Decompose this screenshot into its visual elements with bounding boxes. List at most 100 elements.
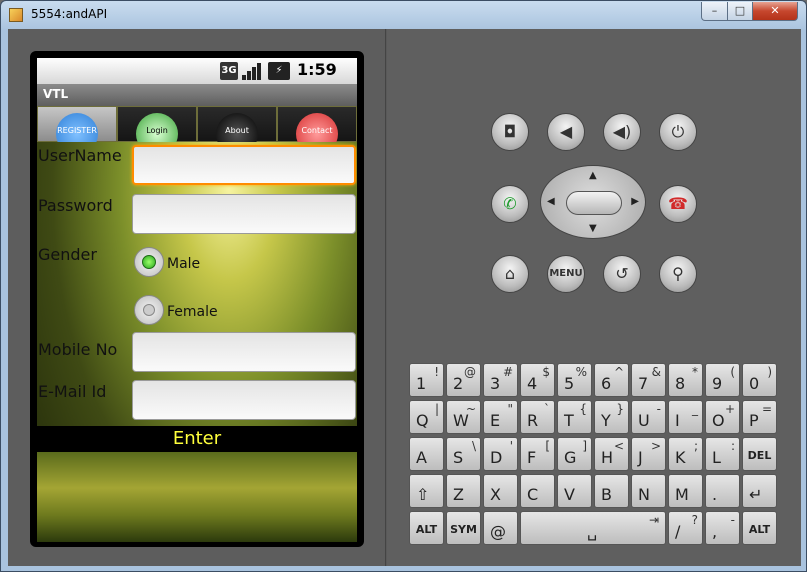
dpad-center[interactable]	[566, 191, 622, 215]
dpad-down-icon[interactable]: ▼	[589, 223, 597, 234]
key-slash[interactable]: /?	[668, 511, 703, 545]
key-at[interactable]: @	[483, 511, 518, 545]
key-sym[interactable]: SYM	[446, 511, 481, 545]
key-3-2[interactable]: X	[483, 474, 518, 508]
key-label: ,	[712, 522, 718, 541]
key-3-6[interactable]: N	[631, 474, 666, 508]
key-0-8[interactable]: 9(	[705, 363, 740, 397]
username-field[interactable]	[132, 145, 356, 185]
emulator-client: 3G ⚡ 1:59 PM VTL REGISTER Login About Co…	[8, 29, 801, 566]
home-icon: ⌂	[504, 264, 516, 283]
key-alt-label: (	[730, 365, 735, 379]
dpad-up-icon[interactable]: ▲	[589, 170, 597, 181]
key-1-7[interactable]: I _	[668, 400, 703, 434]
tab-contact[interactable]: Contact	[277, 106, 357, 155]
tab-register[interactable]: REGISTER	[37, 106, 117, 155]
key-1-1[interactable]: W ~	[446, 400, 481, 434]
key-label: 6	[601, 374, 612, 393]
camera-button[interactable]: ◘	[491, 113, 529, 151]
male-radio[interactable]	[134, 247, 164, 277]
key-2-6[interactable]: J >	[631, 437, 666, 471]
key-3-9[interactable]: ↵	[742, 474, 777, 508]
key-2-2[interactable]: D '	[483, 437, 518, 471]
key-label: Q	[416, 411, 429, 430]
key-3-3[interactable]: C	[520, 474, 555, 508]
dpad-left-icon[interactable]: ◀	[547, 196, 555, 207]
enter-button[interactable]: Enter	[37, 426, 357, 452]
tab-about[interactable]: About	[197, 106, 277, 155]
key-3-4[interactable]: V	[557, 474, 592, 508]
key-3-8[interactable]: .	[705, 474, 740, 508]
key-2-7[interactable]: K;	[668, 437, 703, 471]
power-button[interactable]: ⏻	[659, 113, 697, 151]
maximize-button[interactable]: □	[727, 2, 753, 21]
keyboard: 1! 2 @3 #4 $5% 6 ^ 7 & 8 * 9(0) Q | W ~ E " R ` T{Y} U - I _ O + P =…	[409, 363, 783, 545]
key-1-9[interactable]: P =	[742, 400, 777, 434]
volume-up-button[interactable]: ◀)	[603, 113, 641, 151]
key-0-2[interactable]: 3 #	[483, 363, 518, 397]
volume-down-button[interactable]: ◀	[547, 113, 585, 151]
camera-icon: ◘	[503, 122, 517, 141]
tab-bar: REGISTER Login About Contact	[37, 106, 357, 155]
key-0-1[interactable]: 2 @	[446, 363, 481, 397]
key-3-0[interactable]: ⇧	[409, 474, 444, 508]
key-2-8[interactable]: L:	[705, 437, 740, 471]
call-button[interactable]: ✆	[491, 185, 529, 223]
key-0-9[interactable]: 0)	[742, 363, 777, 397]
key-0-3[interactable]: 4 $	[520, 363, 555, 397]
email-field[interactable]	[132, 380, 356, 420]
key-3-5[interactable]: B	[594, 474, 629, 508]
key-3-1[interactable]: Z	[446, 474, 481, 508]
key-0-4[interactable]: 5%	[557, 363, 592, 397]
key-3-7[interactable]: M	[668, 474, 703, 508]
dpad[interactable]: ▲ ▼ ◀ ▶	[540, 165, 646, 239]
power-icon: ⏻	[671, 122, 685, 141]
key-0-5[interactable]: 6 ^	[594, 363, 629, 397]
key-1-3[interactable]: R `	[520, 400, 555, 434]
close-button[interactable]: ✕	[752, 2, 798, 21]
key-alt-label: ]	[582, 439, 587, 453]
end-call-button[interactable]: ☎	[659, 185, 697, 223]
key-0-6[interactable]: 7 &	[631, 363, 666, 397]
female-label: Female	[167, 304, 218, 320]
key-alt-right[interactable]: ALT	[742, 511, 777, 545]
dpad-right-icon[interactable]: ▶	[631, 196, 639, 207]
email-label: E-Mail Id	[38, 382, 107, 401]
key-1-0[interactable]: Q |	[409, 400, 444, 434]
female-radio[interactable]	[134, 295, 164, 325]
mobile-field[interactable]	[132, 332, 356, 372]
key-1-5[interactable]: Y}	[594, 400, 629, 434]
key-2-9[interactable]: DEL	[742, 437, 777, 471]
key-alt-left[interactable]: ALT	[409, 511, 444, 545]
key-1-4[interactable]: T{	[557, 400, 592, 434]
key-label: 9	[712, 374, 723, 393]
clock-time: 1:59	[297, 60, 337, 79]
key-2-5[interactable]: H <	[594, 437, 629, 471]
key-2-1[interactable]: S \	[446, 437, 481, 471]
key-label: ␣	[587, 522, 598, 541]
key-comma[interactable]: ,-	[705, 511, 740, 545]
key-2-4[interactable]: G]	[557, 437, 592, 471]
key-alt-label: }	[616, 402, 624, 416]
key-1-2[interactable]: E "	[483, 400, 518, 434]
key-alt-label: {	[579, 402, 587, 416]
title-bar[interactable]: 5554:andAPI – □ ✕	[1, 1, 806, 29]
search-button[interactable]: ⚲	[659, 255, 697, 293]
key-1-8[interactable]: O +	[705, 400, 740, 434]
password-field[interactable]	[132, 194, 356, 234]
app-title: VTL	[43, 87, 69, 101]
minimize-button[interactable]: –	[701, 2, 728, 21]
key-alt-label: -	[656, 402, 661, 416]
home-button[interactable]: ⌂	[491, 255, 529, 293]
key-1-6[interactable]: U-	[631, 400, 666, 434]
back-button[interactable]: ↺	[603, 255, 641, 293]
tab-login[interactable]: Login	[117, 106, 197, 155]
key-alt-label: '	[509, 439, 513, 453]
key-2-3[interactable]: F[	[520, 437, 555, 471]
key-2-0[interactable]: A	[409, 437, 444, 471]
key-space[interactable]: ␣ ⇥	[520, 511, 666, 545]
key-0-7[interactable]: 8 *	[668, 363, 703, 397]
menu-button[interactable]: MENU	[547, 255, 585, 293]
search-icon: ⚲	[672, 264, 684, 283]
key-0-0[interactable]: 1!	[409, 363, 444, 397]
